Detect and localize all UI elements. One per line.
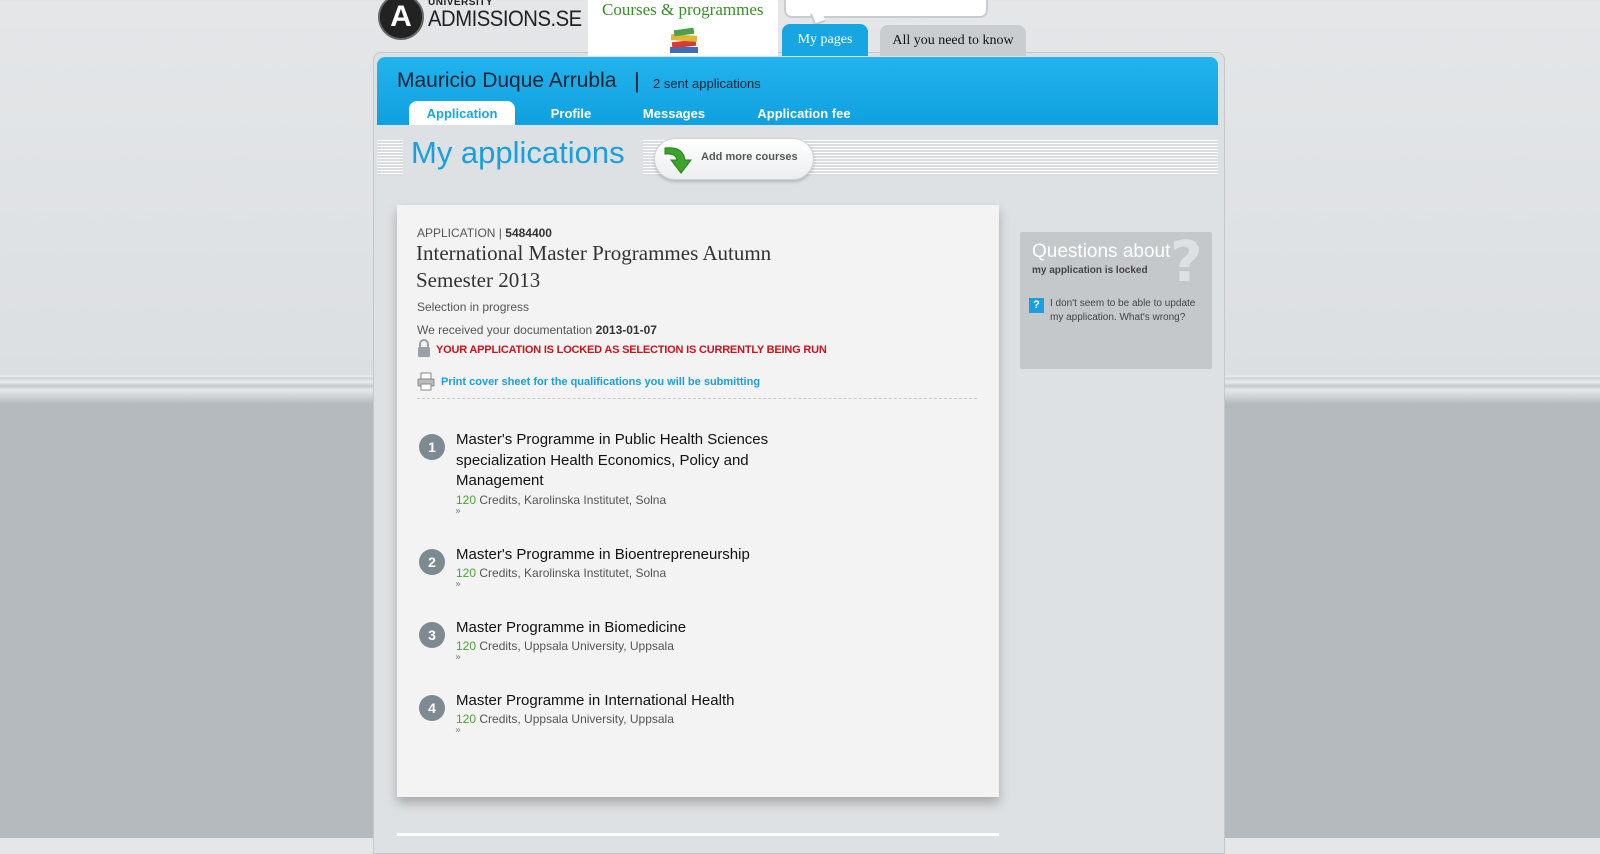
tab-profile[interactable]: Profile — [537, 101, 605, 125]
application-title: International Master Programmes Autumn S… — [416, 241, 772, 292]
course-credits: 120 — [456, 566, 477, 580]
application-status: Selection in progress — [417, 300, 530, 314]
course-meta: 120 Credits, Uppsala University, Uppsala — [456, 639, 674, 653]
printer-icon[interactable] — [416, 371, 436, 391]
logo-mark: A — [378, 0, 424, 40]
course-details: Credits, Karolinska Institutet, Solna — [479, 493, 667, 507]
course-rank-badge: 2 — [419, 549, 445, 575]
course-rank-badge: 3 — [419, 622, 445, 648]
courses-tab-label: Courses & programmes — [602, 0, 764, 19]
tab-my-pages[interactable]: My pages — [782, 24, 868, 56]
down-arrow-icon — [664, 147, 693, 174]
question-link[interactable]: I don't seem to be able to update my app… — [1050, 297, 1200, 325]
question-mark-icon: ? — [1170, 230, 1203, 295]
course-credits: 120 — [456, 639, 477, 653]
add-more-courses-button[interactable]: Add more courses — [654, 138, 814, 180]
sent-applications-count: 2 sent applications — [653, 76, 761, 91]
course-details: Credits, Karolinska Institutet, Solna — [479, 566, 667, 580]
expand-chevron-icon[interactable]: » — [455, 579, 461, 590]
course-details: Credits, Uppsala University, Uppsala — [479, 639, 674, 653]
courses-programmes-tab[interactable]: Courses & programmes — [588, 0, 778, 56]
help-icon: ? — [1029, 298, 1044, 313]
course-rank-badge: 1 — [419, 434, 445, 460]
received-date: 2013-01-07 — [595, 323, 657, 337]
tab-application-fee[interactable]: Application fee — [749, 101, 859, 125]
received-text: We received your documentation — [417, 323, 593, 337]
questions-title: Questions about — [1032, 241, 1171, 262]
locked-notice: YOUR APPLICATION IS LOCKED AS SELECTION … — [436, 344, 827, 356]
header-separator: | — [634, 68, 640, 93]
course-title[interactable]: Master's Programme in Bioentrepreneurshi… — [456, 545, 786, 566]
application-label: APPLICATION — [417, 226, 496, 240]
application-card: APPLICATION | 5484400 International Mast… — [397, 205, 999, 797]
application-number: 5484400 — [505, 226, 552, 240]
page-title: My applications — [411, 135, 625, 170]
logo[interactable]: A UNIVERSITY ADMISSIONS.SE — [378, 0, 582, 40]
expand-chevron-icon[interactable]: » — [455, 506, 461, 517]
logo-main-text: ADMISSIONS.SE — [428, 6, 582, 31]
label-separator: | — [495, 226, 506, 240]
questions-box: ? Questions about my application is lock… — [1020, 230, 1212, 369]
course-title[interactable]: Master Programme in Biomedicine — [456, 618, 776, 639]
course-details: Credits, Uppsala University, Uppsala — [479, 712, 674, 726]
documentation-received: We received your documentation 2013-01-0… — [417, 323, 657, 337]
course-title[interactable]: Master's Programme in Public Health Scie… — [456, 430, 776, 492]
questions-subtitle: my application is locked — [1032, 265, 1148, 276]
course-credits: 120 — [456, 493, 477, 507]
tab-application[interactable]: Application — [409, 101, 515, 125]
expand-chevron-icon[interactable]: » — [455, 652, 461, 663]
books-icon — [670, 27, 698, 53]
course-title[interactable]: Master Programme in International Health — [456, 691, 786, 712]
course-meta: 120 Credits, Karolinska Institutet, Soln… — [456, 566, 666, 580]
add-more-courses-label: Add more courses — [701, 151, 798, 163]
course-rank-badge: 4 — [419, 695, 445, 721]
user-header-bar: Mauricio Duque Arrubla | 2 sent applicat… — [377, 57, 1218, 125]
application-number-line: APPLICATION | 5484400 — [417, 226, 552, 240]
tab-all-you-need-to-know[interactable]: All you need to know — [880, 25, 1026, 56]
tab-messages[interactable]: Messages — [633, 101, 715, 125]
user-name: Mauricio Duque Arrubla — [397, 69, 617, 92]
lock-icon — [418, 339, 430, 357]
print-cover-sheet-link[interactable]: Print cover sheet for the qualifications… — [441, 376, 760, 388]
divider — [417, 398, 977, 399]
expand-chevron-icon[interactable]: » — [455, 725, 461, 736]
course-credits: 120 — [456, 712, 477, 726]
course-meta: 120 Credits, Uppsala University, Uppsala — [456, 712, 674, 726]
course-meta: 120 Credits, Karolinska Institutet, Soln… — [456, 493, 666, 507]
next-card-edge — [397, 833, 999, 836]
